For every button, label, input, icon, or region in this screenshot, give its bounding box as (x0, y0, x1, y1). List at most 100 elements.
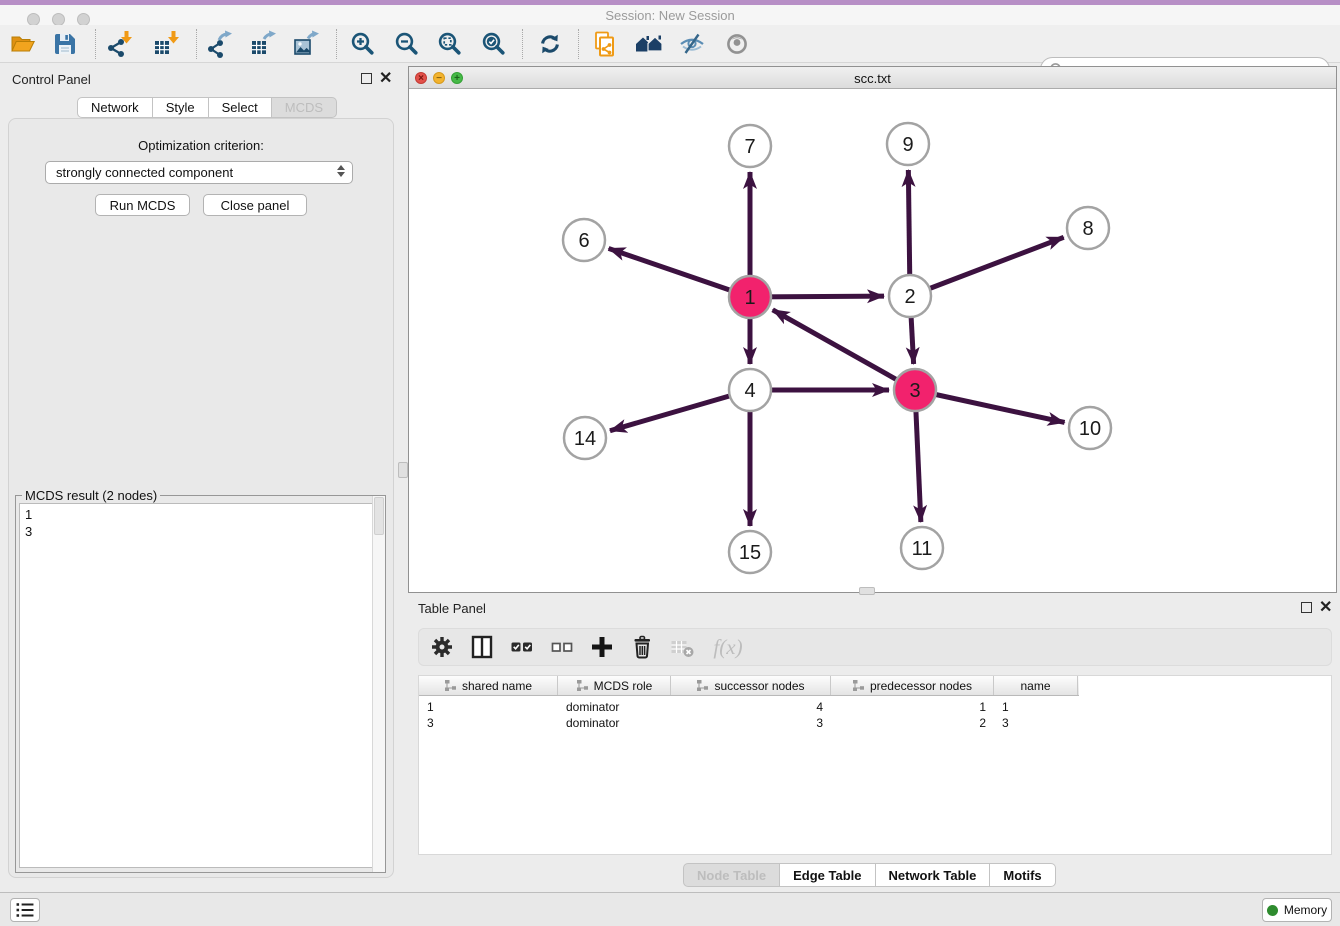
node-table-header: shared name MCDS role successor nodes pr… (419, 676, 1079, 696)
graph-node-15[interactable]: 15 (729, 531, 771, 573)
control-panel-header: Control Panel ✕ (0, 66, 400, 92)
refresh-view-icon[interactable] (535, 29, 565, 59)
network-view-window: × − + scc.txt 7 9 6 8 1 2 4 3 14 10 15 11 (408, 66, 1337, 593)
cell-name[interactable]: 1 (994, 699, 1078, 715)
tree-column-icon (696, 679, 709, 692)
graph-node-label: 11 (912, 538, 933, 560)
graph-node-4[interactable]: 4 (729, 369, 771, 411)
network-window-titlebar[interactable]: × − + scc.txt (409, 67, 1336, 89)
tab-network-table[interactable]: Network Table (876, 863, 991, 887)
cell-shared-name[interactable]: 3 (419, 715, 558, 731)
graph-node-10[interactable]: 10 (1069, 407, 1111, 449)
graph-node-1[interactable]: 1 (729, 276, 771, 318)
cell-mcds-role[interactable]: dominator (558, 715, 671, 731)
zoom-selected-icon[interactable] (479, 29, 509, 59)
import-network-icon[interactable] (104, 29, 134, 59)
float-table-panel-icon[interactable] (1301, 602, 1312, 613)
result-scrollbar-thumb[interactable] (374, 497, 384, 535)
close-panel-button[interactable]: Close panel (203, 194, 307, 216)
view-table-splitter-handle[interactable] (859, 587, 875, 595)
graph-node-3[interactable]: 3 (894, 369, 936, 411)
clear-checkboxes-icon[interactable] (547, 632, 577, 662)
fx-label: f(x) (713, 635, 742, 660)
graph-node-label: 4 (744, 380, 755, 402)
export-table-icon[interactable] (248, 29, 278, 59)
graph-node-7[interactable]: 7 (729, 125, 771, 167)
float-panel-icon[interactable] (361, 73, 372, 84)
criterion-dropdown[interactable]: strongly connected component (45, 161, 353, 184)
function-builder-button: f(x) (707, 632, 749, 662)
cell-successor-nodes[interactable]: 3 (671, 715, 831, 731)
export-image-icon[interactable] (291, 29, 321, 59)
cell-predecessor-nodes[interactable]: 1 (831, 699, 994, 715)
network-canvas[interactable]: 7 9 6 8 1 2 4 3 14 10 15 11 (409, 89, 1336, 592)
new-network-from-selection-icon[interactable] (590, 29, 620, 59)
column-header-shared-name[interactable]: shared name (419, 676, 558, 695)
graph-node-label: 3 (909, 380, 920, 402)
criterion-value: strongly connected component (56, 165, 233, 180)
tab-edge-table[interactable]: Edge Table (780, 863, 875, 887)
tab-mcds[interactable]: MCDS (272, 97, 337, 118)
table-panel-tabs: Node Table Edge Table Network Table Moti… (683, 863, 1056, 887)
show-all-icon[interactable] (722, 29, 752, 59)
graph-node-2[interactable]: 2 (889, 275, 931, 317)
control-panel-title: Control Panel (12, 72, 91, 87)
table-row[interactable]: 1 dominator 4 1 1 (419, 699, 1079, 715)
edge-3-1[interactable] (773, 310, 915, 390)
graph-node-6[interactable]: 6 (563, 219, 605, 261)
delete-column-trash-icon[interactable] (627, 632, 657, 662)
add-column-icon[interactable] (587, 632, 617, 662)
tab-node-table[interactable]: Node Table (683, 863, 780, 887)
tab-style[interactable]: Style (153, 97, 209, 118)
column-header-name[interactable]: name (994, 676, 1078, 695)
table-toolbar: f(x) (418, 628, 1332, 666)
cell-mcds-role[interactable]: dominator (558, 699, 671, 715)
tab-network[interactable]: Network (77, 97, 153, 118)
column-header-successor-nodes[interactable]: successor nodes (671, 676, 831, 695)
run-mcds-button[interactable]: Run MCDS (95, 194, 190, 216)
graph-node-label: 2 (904, 286, 915, 308)
tree-column-icon (444, 679, 457, 692)
graph-node-11[interactable]: 11 (901, 527, 943, 569)
table-panel-title: Table Panel (418, 601, 486, 616)
show-columns-icon[interactable] (467, 632, 497, 662)
select-all-checkboxes-icon[interactable] (507, 632, 537, 662)
table-row[interactable]: 3 dominator 3 2 3 (419, 715, 1079, 731)
panel-splitter-handle[interactable] (398, 462, 408, 478)
table-settings-gear-icon[interactable] (427, 632, 457, 662)
edge-3-10[interactable] (915, 390, 1065, 422)
delete-table-icon (667, 632, 697, 662)
save-session-icon[interactable] (50, 29, 80, 59)
close-panel-icon[interactable]: ✕ (379, 73, 392, 84)
task-history-button[interactable] (10, 898, 40, 922)
cell-predecessor-nodes[interactable]: 2 (831, 715, 994, 731)
graph-node-8[interactable]: 8 (1067, 207, 1109, 249)
graph-node-label: 9 (902, 134, 913, 156)
zoom-in-icon[interactable] (348, 29, 378, 59)
cell-name[interactable]: 3 (994, 715, 1078, 731)
cell-successor-nodes[interactable]: 4 (671, 699, 831, 715)
open-file-icon[interactable] (8, 29, 38, 59)
zoom-fit-icon[interactable] (435, 29, 465, 59)
import-table-icon[interactable] (151, 29, 181, 59)
mcds-result-text[interactable]: 1 3 (19, 503, 382, 868)
tab-select[interactable]: Select (209, 97, 272, 118)
column-header-predecessor-nodes[interactable]: predecessor nodes (831, 676, 994, 695)
close-table-panel-icon[interactable]: ✕ (1319, 602, 1332, 613)
column-header-mcds-role[interactable]: MCDS role (558, 676, 671, 695)
network-view-title: scc.txt (409, 71, 1336, 86)
toolbar-separator (522, 29, 523, 59)
zoom-out-icon[interactable] (392, 29, 422, 59)
result-scrollbar[interactable] (372, 496, 385, 872)
graph-node-9[interactable]: 9 (887, 123, 929, 165)
first-neighbors-icon[interactable] (634, 29, 664, 59)
graph-node-14[interactable]: 14 (564, 417, 606, 459)
cell-shared-name[interactable]: 1 (419, 699, 558, 715)
edge-1-6[interactable] (609, 248, 750, 297)
export-network-icon[interactable] (204, 29, 234, 59)
hide-selected-icon[interactable] (677, 29, 707, 59)
edge-2-8[interactable] (910, 237, 1064, 296)
memory-button[interactable]: Memory (1262, 898, 1332, 922)
table-panel-header: Table Panel ✕ (408, 595, 1340, 621)
tab-motifs[interactable]: Motifs (990, 863, 1055, 887)
